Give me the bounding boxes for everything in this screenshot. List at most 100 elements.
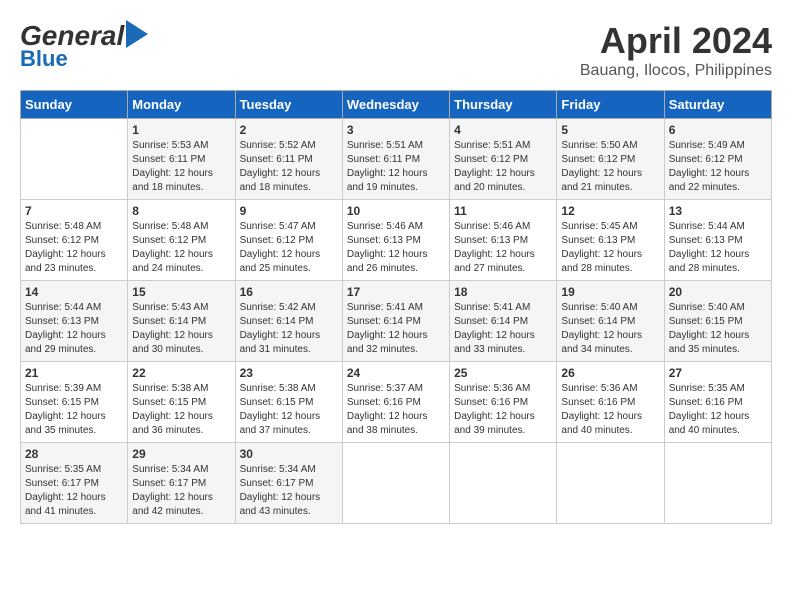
col-sunday: Sunday — [21, 91, 128, 119]
day-info: Sunrise: 5:40 AM Sunset: 6:14 PM Dayligh… — [561, 301, 659, 357]
calendar-table: Sunday Monday Tuesday Wednesday Thursday… — [20, 90, 772, 524]
calendar-cell: 16Sunrise: 5:42 AM Sunset: 6:14 PM Dayli… — [235, 281, 342, 362]
calendar-cell: 9 Sunrise: 5:47 AM Sunset: 6:12 PM Daylig… — [235, 200, 342, 281]
header: General Blue April 2024 Bauang, Ilocos, … — [20, 20, 772, 80]
day-number: 18 — [454, 285, 552, 299]
calendar-cell: 22 Sunrise: 5:38 AM Sunset: 6:15 PM Dayli… — [128, 362, 235, 443]
day-info: Sunrise: 5:45 AM Sunset: 6:13 PM Dayligh… — [561, 220, 659, 276]
day-number: 22 — [132, 366, 230, 380]
day-number: 23 — [240, 366, 338, 380]
calendar-cell: 18 Sunrise: 5:41 AM Sunset: 6:14 PM Dayli… — [450, 281, 557, 362]
day-info: Sunrise: 5:35 AM Sunset: 6:16 PM Dayligh… — [669, 382, 767, 438]
calendar-cell: 3 Sunrise: 5:51 AM Sunset: 6:11 PM Daylig… — [342, 119, 449, 200]
calendar-header: Sunday Monday Tuesday Wednesday Thursday… — [21, 91, 772, 119]
day-number: 9 — [240, 204, 338, 218]
day-number: 30 — [240, 447, 338, 461]
day-info: Sunrise: 5:36 AM Sunset: 6:16 PM Dayligh… — [454, 382, 552, 438]
day-info: Sunrise: 5:35 AM Sunset: 6:17 PM Dayligh… — [25, 463, 123, 519]
calendar-cell: 10 Sunrise: 5:46 AM Sunset: 6:13 PM Dayli… — [342, 200, 449, 281]
day-info: Sunrise: 5:51 AM Sunset: 6:12 PM Dayligh… — [454, 139, 552, 195]
logo: General Blue — [20, 20, 148, 70]
day-number: 5 — [561, 123, 659, 137]
day-info: Sunrise: 5:50 AM Sunset: 6:12 PM Dayligh… — [561, 139, 659, 195]
day-info: Sunrise: 5:38 AM Sunset: 6:15 PM Dayligh… — [240, 382, 338, 438]
day-number: 8 — [132, 204, 230, 218]
calendar-cell: 26 Sunrise: 5:36 AM Sunset: 6:16 PM Dayli… — [557, 362, 664, 443]
day-number: 20 — [669, 285, 767, 299]
day-info: Sunrise: 5:38 AM Sunset: 6:15 PM Dayligh… — [132, 382, 230, 438]
calendar-cell: 15 Sunrise: 5:43 AM Sunset: 6:14 PM Dayli… — [128, 281, 235, 362]
calendar-week-row: 28 Sunrise: 5:35 AM Sunset: 6:17 PM Dayli… — [21, 443, 772, 524]
calendar-cell — [342, 443, 449, 524]
day-number: 21 — [25, 366, 123, 380]
calendar-cell: 8 Sunrise: 5:48 AM Sunset: 6:12 PM Daylig… — [128, 200, 235, 281]
calendar-cell: 13 Sunrise: 5:44 AM Sunset: 6:13 PM Dayli… — [664, 200, 771, 281]
day-number: 12 — [561, 204, 659, 218]
day-info: Sunrise: 5:47 AM Sunset: 6:12 PM Dayligh… — [240, 220, 338, 276]
calendar-cell: 20 Sunrise: 5:40 AM Sunset: 6:15 PM Dayli… — [664, 281, 771, 362]
calendar-cell: 25 Sunrise: 5:36 AM Sunset: 6:16 PM Dayli… — [450, 362, 557, 443]
calendar-cell: 5 Sunrise: 5:50 AM Sunset: 6:12 PM Daylig… — [557, 119, 664, 200]
calendar-cell: 7Sunrise: 5:48 AM Sunset: 6:12 PM Daylig… — [21, 200, 128, 281]
calendar-body: 1Sunrise: 5:53 AM Sunset: 6:11 PM Daylig… — [21, 119, 772, 524]
day-number: 29 — [132, 447, 230, 461]
day-info: Sunrise: 5:44 AM Sunset: 6:13 PM Dayligh… — [669, 220, 767, 276]
col-wednesday: Wednesday — [342, 91, 449, 119]
day-info: Sunrise: 5:39 AM Sunset: 6:15 PM Dayligh… — [25, 382, 123, 438]
calendar-cell: 21 Sunrise: 5:39 AM Sunset: 6:15 PM Dayli… — [21, 362, 128, 443]
day-info: Sunrise: 5:46 AM Sunset: 6:13 PM Dayligh… — [454, 220, 552, 276]
calendar-week-row: 7 Sunrise: 5:48 AM Sunset: 6:12 PM Daylig… — [21, 200, 772, 281]
calendar-cell: 24 Sunrise: 5:37 AM Sunset: 6:16 PM Dayli… — [342, 362, 449, 443]
calendar-cell: 1Sunrise: 5:53 AM Sunset: 6:11 PM Daylig… — [128, 119, 235, 200]
day-number: 1 — [132, 123, 230, 137]
calendar-cell: 28 Sunrise: 5:35 AM Sunset: 6:17 PM Dayli… — [21, 443, 128, 524]
calendar-cell: 2Sunrise: 5:52 AM Sunset: 6:11 PM Daylig… — [235, 119, 342, 200]
day-number: 16 — [240, 285, 338, 299]
calendar-cell: 4 Sunrise: 5:51 AM Sunset: 6:12 PM Daylig… — [450, 119, 557, 200]
title-area: April 2024 Bauang, Ilocos, Philippines — [580, 20, 772, 80]
day-number: 17 — [347, 285, 445, 299]
day-info: Sunrise: 5:44 AM Sunset: 6:13 PM Dayligh… — [25, 301, 123, 357]
day-info: Sunrise: 5:36 AM Sunset: 6:16 PM Dayligh… — [561, 382, 659, 438]
calendar-week-row: 21 Sunrise: 5:39 AM Sunset: 6:15 PM Dayli… — [21, 362, 772, 443]
day-info: Sunrise: 5:34 AM Sunset: 6:17 PM Dayligh… — [132, 463, 230, 519]
day-info: Sunrise: 5:40 AM Sunset: 6:15 PM Dayligh… — [669, 301, 767, 357]
calendar-cell — [557, 443, 664, 524]
day-info: Sunrise: 5:41 AM Sunset: 6:14 PM Dayligh… — [454, 301, 552, 357]
day-info: Sunrise: 5:43 AM Sunset: 6:14 PM Dayligh… — [132, 301, 230, 357]
calendar-cell: 6Sunrise: 5:49 AM Sunset: 6:12 PM Daylig… — [664, 119, 771, 200]
calendar-subtitle: Bauang, Ilocos, Philippines — [580, 62, 772, 80]
calendar-cell: 14 Sunrise: 5:44 AM Sunset: 6:13 PM Dayli… — [21, 281, 128, 362]
day-number: 27 — [669, 366, 767, 380]
day-info: Sunrise: 5:46 AM Sunset: 6:13 PM Dayligh… — [347, 220, 445, 276]
day-number: 10 — [347, 204, 445, 218]
day-number: 4 — [454, 123, 552, 137]
day-number: 7 — [25, 204, 123, 218]
day-number: 11 — [454, 204, 552, 218]
calendar-week-row: 14 Sunrise: 5:44 AM Sunset: 6:13 PM Dayli… — [21, 281, 772, 362]
calendar-cell: 29 Sunrise: 5:34 AM Sunset: 6:17 PM Dayli… — [128, 443, 235, 524]
calendar-cell: 12 Sunrise: 5:45 AM Sunset: 6:13 PM Dayli… — [557, 200, 664, 281]
day-number: 25 — [454, 366, 552, 380]
logo-icon — [126, 20, 148, 48]
calendar-cell — [450, 443, 557, 524]
day-number: 15 — [132, 285, 230, 299]
calendar-cell: 11 Sunrise: 5:46 AM Sunset: 6:13 PM Dayli… — [450, 200, 557, 281]
day-info: Sunrise: 5:51 AM Sunset: 6:11 PM Dayligh… — [347, 139, 445, 195]
day-number: 6 — [669, 123, 767, 137]
day-info: Sunrise: 5:48 AM Sunset: 6:12 PM Dayligh… — [132, 220, 230, 276]
day-number: 2 — [240, 123, 338, 137]
day-number: 24 — [347, 366, 445, 380]
calendar-cell: 27 Sunrise: 5:35 AM Sunset: 6:16 PM Dayli… — [664, 362, 771, 443]
day-info: Sunrise: 5:41 AM Sunset: 6:14 PM Dayligh… — [347, 301, 445, 357]
day-number: 3 — [347, 123, 445, 137]
day-info: Sunrise: 5:37 AM Sunset: 6:16 PM Dayligh… — [347, 382, 445, 438]
day-number: 19 — [561, 285, 659, 299]
calendar-cell — [664, 443, 771, 524]
day-number: 26 — [561, 366, 659, 380]
day-number: 13 — [669, 204, 767, 218]
calendar-cell: 19 Sunrise: 5:40 AM Sunset: 6:14 PM Dayli… — [557, 281, 664, 362]
day-number: 28 — [25, 447, 123, 461]
calendar-cell: 23 Sunrise: 5:38 AM Sunset: 6:15 PM Dayli… — [235, 362, 342, 443]
day-number: 14 — [25, 285, 123, 299]
